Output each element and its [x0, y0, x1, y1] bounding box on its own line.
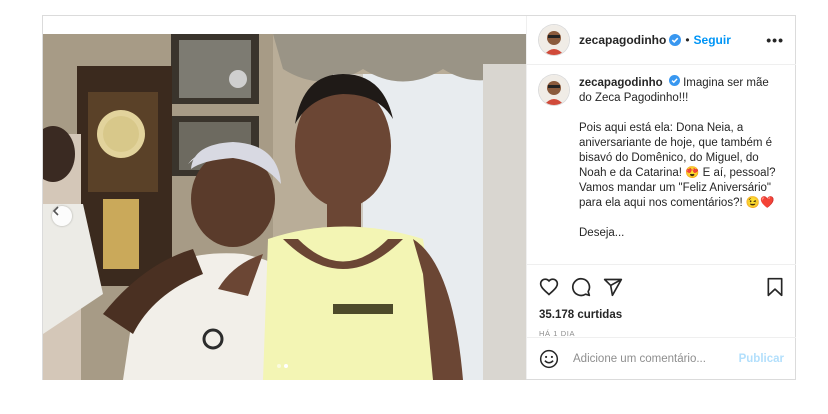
like-button[interactable]	[539, 277, 559, 297]
instagram-post: zecapagodinho • Seguir ••• zecapagodinho…	[42, 15, 796, 380]
comment-icon	[571, 277, 591, 297]
heart-icon	[539, 278, 559, 296]
likes-count[interactable]: 35.178 curtidas	[527, 309, 796, 325]
avatar-image	[539, 75, 569, 105]
caption-avatar[interactable]	[539, 75, 569, 105]
caption-intro: zecapagodinho Imagina ser mãe do Zeca Pa…	[579, 75, 784, 106]
separator-bullet: •	[685, 33, 690, 47]
caption-cut-text: Deseja...	[579, 227, 625, 239]
caption-area[interactable]: zecapagodinho Imagina ser mãe do Zeca Pa…	[527, 65, 796, 265]
caption-body: Pois aqui está ela: Dona Neia, a anivers…	[527, 121, 796, 241]
post-header: zecapagodinho • Seguir •••	[527, 16, 796, 65]
follow-button[interactable]: Seguir	[694, 33, 731, 47]
avatar[interactable]	[539, 25, 569, 55]
publish-button[interactable]: Publicar	[739, 353, 784, 365]
photo-illustration	[43, 34, 526, 380]
carousel-dot-active	[284, 364, 288, 368]
verified-badge-icon	[669, 34, 682, 46]
save-button[interactable]	[766, 277, 784, 297]
action-bar	[527, 265, 796, 309]
share-button[interactable]	[603, 277, 623, 297]
avatar-image	[539, 25, 569, 55]
more-options-button[interactable]: •••	[766, 32, 784, 48]
share-icon	[603, 278, 623, 297]
caption-paragraph: Pois aqui está ela: Dona Neia, a anivers…	[579, 122, 776, 209]
comment-input[interactable]	[571, 351, 739, 366]
carousel-dot	[277, 364, 281, 368]
comment-button[interactable]	[571, 277, 591, 297]
carousel-prev-button[interactable]	[52, 206, 72, 226]
carousel-indicator	[277, 364, 288, 368]
verified-badge-icon	[668, 75, 680, 86]
emoji-button[interactable]	[539, 349, 559, 369]
comment-bar: Publicar	[527, 337, 796, 379]
post-photo[interactable]	[43, 34, 526, 380]
caption-username[interactable]: zecapagodinho	[579, 77, 663, 89]
post-sidebar: zecapagodinho • Seguir ••• zecapagodinho…	[526, 16, 796, 379]
username[interactable]: zecapagodinho	[579, 33, 666, 47]
chevron-left-icon	[52, 206, 59, 216]
bookmark-icon	[767, 277, 783, 297]
emoji-icon	[539, 349, 559, 368]
